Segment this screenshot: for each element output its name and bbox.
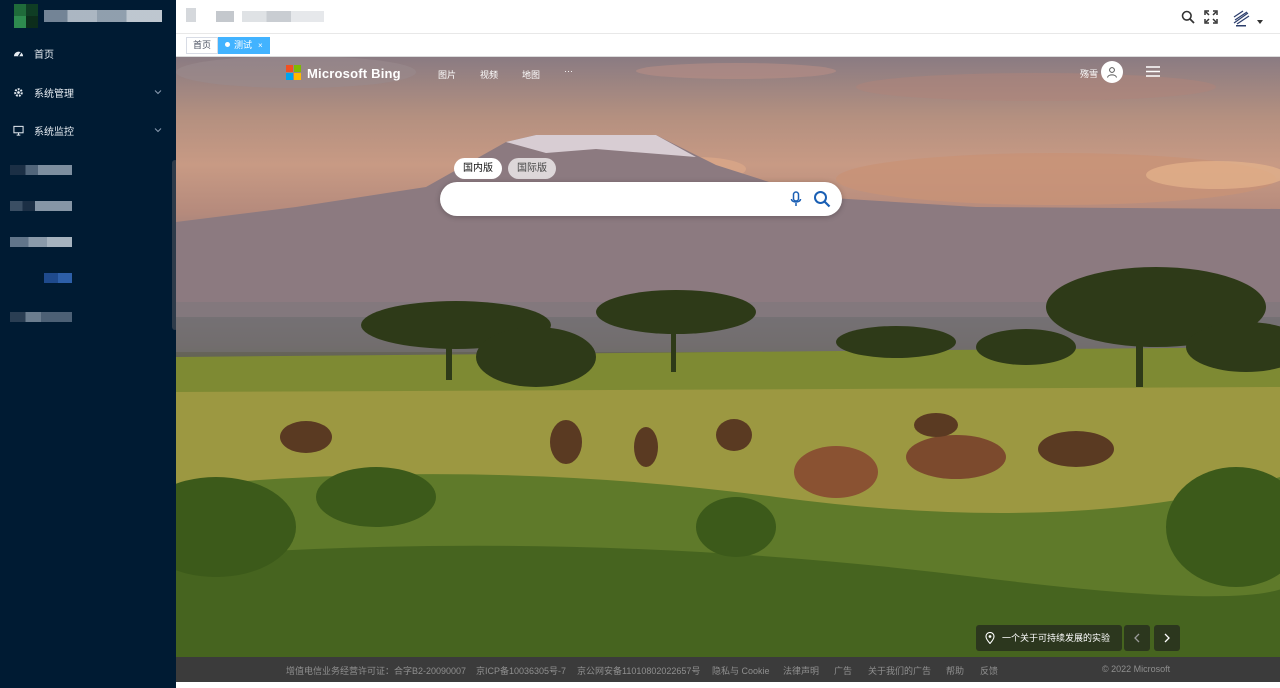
search-icon[interactable] bbox=[813, 190, 831, 208]
search-input[interactable] bbox=[454, 190, 774, 208]
redacted-breadcrumb bbox=[242, 11, 324, 22]
dashboard-icon bbox=[12, 47, 24, 59]
footer-ads-link[interactable]: 广告 bbox=[834, 664, 852, 677]
footer-privacy-link[interactable]: 隐私与 Cookie bbox=[712, 664, 770, 677]
redacted-menu-item[interactable] bbox=[44, 273, 72, 283]
previous-image-button[interactable] bbox=[1124, 625, 1150, 651]
redacted-hamburger[interactable] bbox=[186, 8, 196, 22]
sidebar-logo[interactable] bbox=[0, 0, 176, 34]
sidebar: 首页 系统管理 系统监控 bbox=[0, 0, 178, 688]
user-avatar-icon[interactable] bbox=[1231, 8, 1251, 28]
footer-help-link[interactable]: 帮助 bbox=[946, 664, 964, 677]
footer-license-link[interactable]: 增值电信业务经营许可证：合字B2-20090007 bbox=[286, 664, 466, 677]
user-name[interactable]: 殇雪 bbox=[1080, 67, 1098, 80]
search-icon[interactable] bbox=[1180, 9, 1196, 25]
sidebar-item-home[interactable]: 首页 bbox=[0, 34, 176, 72]
redacted-menu-item[interactable] bbox=[10, 312, 72, 322]
caret-down-icon[interactable] bbox=[1256, 18, 1264, 26]
tab-label: 首页 bbox=[193, 40, 212, 50]
redacted-system-title bbox=[44, 10, 162, 22]
nav-videos[interactable]: 视频 bbox=[480, 68, 498, 81]
nav-images[interactable]: 图片 bbox=[438, 68, 456, 81]
footer-icp-link[interactable]: 京ICP备10036305号-7 bbox=[476, 664, 566, 677]
sidebar-item-system-monitor[interactable]: 系统监控 bbox=[0, 111, 176, 149]
region-tab-china[interactable]: 国内版 bbox=[454, 158, 502, 179]
tab-home[interactable]: 首页 bbox=[186, 37, 219, 54]
nav-maps[interactable]: 地图 bbox=[522, 68, 540, 81]
fullscreen-icon[interactable] bbox=[1203, 9, 1219, 25]
close-icon[interactable]: × bbox=[258, 41, 263, 50]
redacted-breadcrumb bbox=[216, 11, 234, 22]
hamburger-menu-icon[interactable] bbox=[1146, 66, 1160, 77]
redacted-menu-item[interactable] bbox=[10, 201, 72, 211]
chevron-down-icon bbox=[154, 128, 162, 133]
microphone-icon[interactable] bbox=[788, 191, 804, 207]
footer-legal-link[interactable]: 法律声明 bbox=[783, 664, 819, 677]
background-wallpaper bbox=[176, 57, 1280, 657]
microsoft-logo-icon bbox=[286, 65, 302, 81]
tags-view: 首页 测试 × bbox=[176, 34, 1280, 57]
tab-test[interactable]: 测试 × bbox=[218, 37, 270, 54]
active-dot-icon bbox=[225, 42, 230, 47]
footer-about-ads-link[interactable]: 关于我们的广告 bbox=[868, 664, 931, 677]
story-title: 一个关于可持续发展的实验 bbox=[1002, 633, 1111, 643]
user-avatar-icon[interactable] bbox=[1101, 61, 1123, 83]
bing-logo[interactable]: Microsoft Bing bbox=[286, 65, 401, 81]
chevron-right-icon bbox=[1164, 633, 1170, 643]
footer-feedback-link[interactable]: 反馈 bbox=[980, 664, 998, 677]
next-image-button[interactable] bbox=[1154, 625, 1180, 651]
chevron-left-icon bbox=[1134, 633, 1140, 643]
location-pin-icon bbox=[985, 632, 995, 644]
bing-footer: 增值电信业务经营许可证：合字B2-20090007 京ICP备10036305号… bbox=[176, 657, 1280, 682]
nav-more[interactable]: ··· bbox=[564, 66, 573, 76]
search-box bbox=[440, 182, 842, 216]
image-story-card[interactable]: 一个关于可持续发展的实验 bbox=[976, 625, 1122, 651]
redacted-menu-item[interactable] bbox=[10, 165, 72, 175]
sidebar-item-label: 首页 bbox=[34, 49, 54, 61]
bing-header: Microsoft Bing 图片 视频 地图 ··· 殇雪 bbox=[176, 57, 1280, 89]
logo-icon bbox=[14, 4, 38, 28]
gear-icon bbox=[12, 86, 24, 98]
redacted-menu-item[interactable] bbox=[10, 237, 72, 247]
sidebar-item-system-management[interactable]: 系统管理 bbox=[0, 73, 176, 111]
bottom-strip bbox=[176, 682, 1280, 688]
top-navbar bbox=[176, 0, 1280, 34]
footer-copyright: © 2022 Microsoft bbox=[1102, 664, 1171, 674]
bing-homepage: Microsoft Bing 图片 视频 地图 ··· 殇雪 国内版 国际版 一… bbox=[176, 57, 1280, 657]
sidebar-item-label: 系统监控 bbox=[34, 126, 74, 138]
monitor-icon bbox=[12, 124, 24, 136]
chevron-down-icon bbox=[154, 90, 162, 95]
region-tab-international[interactable]: 国际版 bbox=[508, 158, 556, 179]
sidebar-item-label: 系统管理 bbox=[34, 88, 74, 100]
footer-police-link[interactable]: 京公网安备11010802022657号 bbox=[577, 664, 700, 677]
tab-label: 测试 bbox=[234, 40, 253, 50]
logo-text: Microsoft Bing bbox=[307, 65, 401, 81]
